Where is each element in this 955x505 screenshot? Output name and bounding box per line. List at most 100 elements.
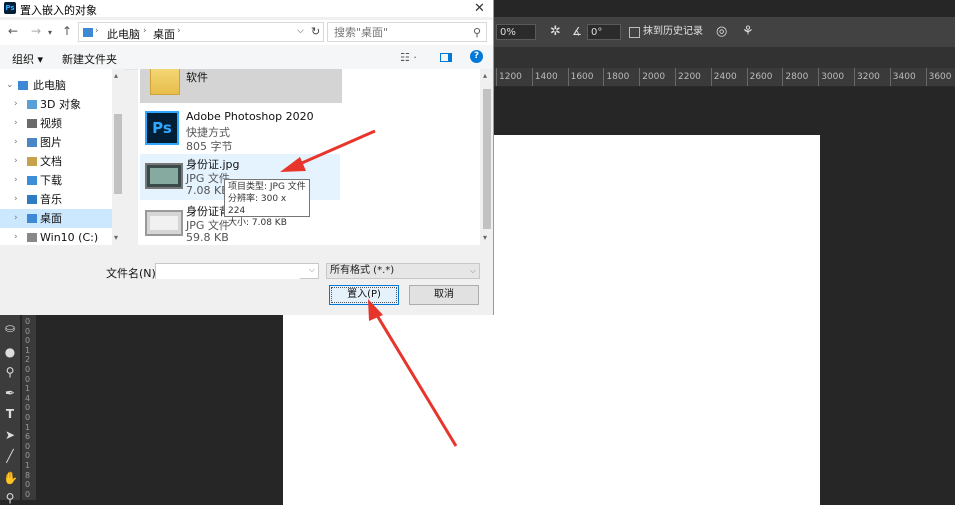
zoom-tool-icon[interactable]: ⚲ [3, 491, 17, 505]
nav-item[interactable]: › 文档 [0, 152, 112, 171]
chevron-down-icon[interactable]: ⌵ [309, 265, 315, 275]
nav-item[interactable]: › 音乐 [0, 190, 112, 209]
breadcrumb-pc[interactable]: 此电脑 [107, 26, 140, 42]
nav-item[interactable]: › 视频 [0, 114, 112, 133]
pen-icon[interactable]: ✒ [3, 386, 17, 400]
chevron-icon[interactable]: ⌄ [6, 76, 14, 95]
type-tool-icon[interactable]: T [3, 407, 17, 421]
organize-menu[interactable]: 组织 ▾ [12, 51, 43, 67]
place-button[interactable]: 置入(P) [329, 285, 399, 305]
nav-item[interactable]: ⌄ 此电脑 [0, 76, 112, 95]
nav-item-label: 桌面 [40, 212, 62, 225]
nav-item-label: Win10 (C:) [40, 231, 99, 244]
nav-item-label: 视频 [40, 117, 62, 130]
airbrush-gear-icon[interactable]: ✲ [550, 24, 561, 40]
blur-drop-icon[interactable]: ● [3, 345, 17, 359]
recent-dropdown-icon[interactable]: ▾ [48, 28, 52, 37]
chevron-icon[interactable]: › [14, 133, 18, 152]
pc-small-icon [83, 28, 93, 37]
chevron-down-icon[interactable]: ⌵ [470, 264, 476, 278]
history-checkbox[interactable] [629, 27, 640, 38]
chevron-icon[interactable]: › [14, 95, 18, 114]
ruler-label: 3200 [857, 72, 880, 82]
list-item-folder[interactable]: 软件 [140, 69, 342, 103]
nav-scrollbar[interactable]: ▴ ▾ [112, 69, 124, 245]
line-tool-icon[interactable]: ╱ [3, 449, 17, 463]
nav-item[interactable]: › 3D 对象 [0, 95, 112, 114]
desktop-icon [27, 214, 37, 223]
vruler-digit: 0 [25, 413, 31, 422]
chevron-icon[interactable]: › [14, 171, 18, 190]
chevron-icon[interactable]: › [14, 190, 18, 209]
ruler-label: 1400 [534, 72, 558, 82]
filename-field[interactable] [156, 264, 300, 279]
file-scroll-thumb[interactable] [483, 89, 491, 229]
refresh-icon[interactable]: ↻ [311, 25, 320, 38]
symmetry-icon[interactable]: ⚘ [742, 24, 754, 40]
scroll-up-arrow-icon[interactable]: ▴ [114, 71, 118, 80]
pressure-icon[interactable]: ◎ [716, 24, 727, 40]
vruler-digit: 1 [25, 345, 31, 355]
ps-options-bar: 0% ✲ ∡ 0° 抹到历史记录 ◎ ⚘ [494, 17, 955, 47]
vruler-digit: 0 [25, 403, 31, 413]
file-type-filter[interactable]: 所有格式 (*.*) ⌵ [326, 263, 480, 279]
hand-tool-icon[interactable]: ✋ [3, 471, 18, 485]
nav-item[interactable]: › 桌面 [0, 209, 112, 228]
angle-field[interactable]: 0° [587, 24, 621, 40]
search-icon[interactable]: ⚲ [473, 26, 481, 39]
vruler-digit: 8 [25, 470, 31, 480]
preview-pane-icon[interactable] [440, 53, 452, 62]
tooltip-line: 项目类型: JPG 文件 [228, 182, 306, 192]
dodge-icon[interactable]: ⚲ [3, 365, 17, 379]
address-bar[interactable]: › 此电脑 › 桌面 › ⌵ ↻ [78, 22, 324, 42]
tooltip-line: 分辨率: 300 x 224 [228, 194, 287, 216]
crumb-separator: › [95, 26, 99, 36]
file-scrollbar[interactable]: ▴ ▾ [481, 69, 493, 245]
ruler-label: 1200 [499, 72, 522, 82]
scroll-down-arrow-icon[interactable]: ▾ [483, 233, 487, 242]
chevron-icon[interactable]: › [14, 152, 18, 171]
chevron-icon[interactable]: › [14, 114, 18, 133]
list-item-shortcut[interactable]: Ps Adobe Photoshop 2020 快捷方式 805 字节 [140, 109, 340, 155]
chevron-icon[interactable]: › [14, 228, 18, 245]
ruler-label: 2400 [713, 72, 737, 82]
nav-item[interactable]: › 图片 [0, 133, 112, 152]
vruler-digit: 2 [25, 355, 31, 365]
search-box[interactable]: ⚲ [327, 22, 487, 42]
path-select-icon[interactable]: ➤ [3, 428, 17, 442]
tooltip-line: 大小: 7.08 KB [228, 218, 287, 228]
folder-icon [150, 69, 180, 95]
music-icon [27, 195, 37, 204]
scroll-up-arrow-icon[interactable]: ▴ [483, 71, 487, 80]
chevron-icon[interactable]: › [14, 209, 18, 228]
search-input[interactable] [332, 23, 466, 41]
vruler-digit: 0 [25, 480, 31, 490]
nav-item-label: 图片 [40, 136, 62, 149]
opacity-field[interactable]: 0% [496, 24, 536, 40]
nav-item[interactable]: › 下载 [0, 171, 112, 190]
view-options-icon[interactable]: ☷ · [400, 51, 417, 64]
forward-arrow-icon[interactable]: → [31, 24, 41, 38]
address-dropdown-icon[interactable]: ⌵ [297, 26, 304, 36]
vruler-digit: 0 [25, 336, 31, 346]
back-arrow-icon[interactable]: ← [8, 24, 18, 38]
nav-scroll-thumb[interactable] [114, 114, 122, 194]
ruler-label: 1800 [606, 72, 630, 82]
filename-combobox[interactable]: ⌵ [155, 263, 319, 279]
vruler-digit: 1 [25, 461, 31, 470]
file-name: 软件 [186, 71, 208, 84]
downloads-icon [27, 176, 37, 185]
breadcrumb-desktop[interactable]: 桌面 [153, 26, 175, 42]
dialog-titlebar[interactable]: Ps 置入嵌入的对象 ✕ [0, 0, 493, 17]
up-arrow-icon[interactable]: ↑ [62, 24, 72, 38]
nav-item[interactable]: › Win10 (C:) [0, 228, 112, 245]
ruler-tick [496, 68, 497, 86]
scroll-down-arrow-icon[interactable]: ▾ [114, 233, 118, 242]
new-folder-button[interactable]: 新建文件夹 [62, 51, 117, 67]
nav-item-label: 音乐 [40, 193, 62, 206]
cancel-button[interactable]: 取消 [409, 285, 479, 305]
vruler-digit: 0 [25, 365, 31, 374]
paint-bucket-icon[interactable]: ⛀ [3, 321, 17, 335]
help-icon[interactable]: ? [470, 50, 483, 63]
close-button[interactable]: ✕ [466, 0, 493, 17]
